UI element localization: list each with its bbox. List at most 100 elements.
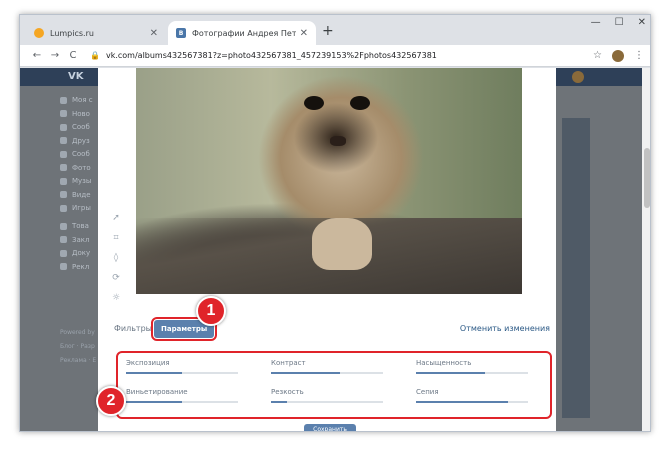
tab-title: Lumpics.ru <box>50 28 94 38</box>
param-slider[interactable]: Резкость <box>271 388 383 403</box>
left-menu-footer: Powered by Блог · Разр Реклама · Е <box>60 326 96 368</box>
sidebar-item-icon <box>60 96 67 104</box>
sidebar-item-label: Сооб <box>72 123 90 131</box>
param-slider[interactable]: Контраст <box>271 359 383 374</box>
reload-button[interactable]: C <box>64 50 82 61</box>
vk-favicon-icon: B <box>176 28 186 38</box>
sidebar-item-label: Фото <box>72 163 91 172</box>
sidebar-item-icon <box>60 150 67 158</box>
minimize-button[interactable]: — <box>591 17 601 28</box>
sidebar-item-label: Друз <box>72 136 90 145</box>
url-field[interactable]: vk.com/albums432567381?z=photo432567381_… <box>106 51 546 60</box>
sidebar-item-icon <box>60 222 67 230</box>
sidebar-item[interactable]: Виде <box>60 189 100 201</box>
scrollbar[interactable] <box>642 68 650 431</box>
sidebar-item-icon <box>60 137 67 144</box>
sidebar-item[interactable]: Сооб <box>60 148 100 160</box>
browser-window: Lumpics.ru ✕ B Фотографии Андрея Петрова… <box>19 14 651 432</box>
sidebar-item-icon <box>60 263 67 270</box>
sidebar-item-icon <box>60 164 67 171</box>
sidebar-item[interactable]: Игры <box>60 202 100 214</box>
sidebar-item[interactable]: Друз <box>60 135 100 147</box>
photo-preview <box>136 68 522 294</box>
sidebar-item-label: Доку <box>72 249 91 257</box>
sidebar-item-label: Рекл <box>72 262 90 271</box>
forward-button[interactable]: → <box>46 50 64 61</box>
sidebar-item[interactable]: Ново <box>60 108 100 120</box>
param-slider[interactable]: Сепия <box>416 388 528 403</box>
param-fill <box>126 372 182 374</box>
sidebar-item[interactable]: Музы <box>60 175 100 187</box>
sidebar-item[interactable]: Закл <box>60 234 100 246</box>
param-label: Виньетирование <box>126 388 188 396</box>
maximize-button[interactable]: ☐ <box>615 17 624 28</box>
footer-link[interactable]: Реклама · Е <box>60 354 96 368</box>
photo-eye-right <box>350 96 370 110</box>
footer-link[interactable]: Powered by <box>60 326 96 340</box>
tab-close-icon[interactable]: ✕ <box>300 28 308 39</box>
sidebar-item[interactable]: Моя с <box>60 94 100 106</box>
param-fill <box>416 401 508 403</box>
send-tool-icon[interactable]: ➚ <box>110 212 122 224</box>
param-label: Насыщенность <box>416 359 472 367</box>
param-fill <box>126 401 182 403</box>
sidebar-item[interactable]: Това <box>60 220 100 232</box>
left-menu: Моя с Ново Сооб Друз Сооб Фото Музы Виде Игры Тов… <box>60 94 100 274</box>
param-slider[interactable]: Насыщенность <box>416 359 528 374</box>
params-panel: Экспозиция Контраст Насыщенность Виньетиров… <box>116 351 552 419</box>
param-track[interactable] <box>416 401 528 403</box>
param-track[interactable] <box>126 401 238 403</box>
brightness-tool-icon[interactable]: ☼ <box>110 292 122 304</box>
photo-editor: ➚ ⌗ ◊ ⟳ ☼ Фильтры Параметры Отменить изм… <box>98 68 556 431</box>
tab-filters[interactable]: Фильтры <box>114 324 152 333</box>
back-button[interactable]: ← <box>28 50 46 61</box>
param-fill <box>271 372 341 374</box>
sidebar-item-icon <box>60 123 67 131</box>
tab-title: Фотографии Андрея Петрова – <box>192 28 296 38</box>
save-button[interactable]: Сохранить <box>304 424 356 431</box>
param-track[interactable] <box>271 401 383 403</box>
tab-vk-photos[interactable]: B Фотографии Андрея Петрова – ✕ <box>168 21 316 45</box>
sidebar-item[interactable]: Сооб <box>60 121 100 133</box>
tab-strip: Lumpics.ru ✕ B Фотографии Андрея Петрова… <box>20 15 650 45</box>
param-label: Резкость <box>271 388 304 396</box>
rotate-tool-icon[interactable]: ⟳ <box>110 272 122 284</box>
sidebar-item-label: Игры <box>72 204 91 212</box>
editor-tools: ➚ ⌗ ◊ ⟳ ☼ <box>110 212 126 304</box>
sidebar-item-icon <box>60 191 67 198</box>
footer-link[interactable]: Блог · Разр <box>60 340 96 354</box>
param-slider[interactable]: Экспозиция <box>126 359 238 374</box>
sidebar-item-icon <box>60 204 67 212</box>
tab-close-icon[interactable]: ✕ <box>150 28 158 39</box>
photo-eye-left <box>304 96 324 110</box>
close-window-button[interactable]: ✕ <box>638 17 646 28</box>
sidebar-item-icon <box>60 110 67 117</box>
vk-page: VK Моя с Ново Сооб Друз Сооб Фото Музы Виде Игры… <box>20 68 642 431</box>
param-track[interactable] <box>126 372 238 374</box>
tab-lumpics[interactable]: Lumpics.ru ✕ <box>26 21 166 45</box>
photo-paw <box>312 218 372 270</box>
sidebar-item[interactable]: Фото <box>60 162 100 174</box>
crop-tool-icon[interactable]: ⌗ <box>110 232 122 244</box>
bookmark-star-icon[interactable]: ☆ <box>593 50 602 61</box>
browser-menu-icon[interactable]: ⋮ <box>634 50 644 61</box>
avatar[interactable] <box>572 71 584 83</box>
scroll-thumb[interactable] <box>644 148 650 208</box>
param-track[interactable] <box>416 372 528 374</box>
sidebar-item[interactable]: Рекл <box>60 261 100 273</box>
vk-logo[interactable]: VK <box>68 71 84 82</box>
reset-changes-link[interactable]: Отменить изменения <box>460 324 550 333</box>
sidebar-item-label: Това <box>72 222 89 230</box>
drop-tool-icon[interactable]: ◊ <box>110 252 122 264</box>
annotation-badge-2: 2 <box>96 386 126 416</box>
photo-nose <box>330 136 346 146</box>
new-tab-button[interactable]: + <box>322 23 334 39</box>
sidebar-item-label: Виде <box>72 190 91 199</box>
profile-avatar[interactable] <box>612 49 624 62</box>
sidebar-item[interactable]: Доку <box>60 247 100 259</box>
annotation-badge-1: 1 <box>196 296 226 326</box>
param-track[interactable] <box>271 372 383 374</box>
sidebar-item-label: Закл <box>72 235 90 244</box>
param-slider[interactable]: Виньетирование <box>126 388 238 403</box>
photo-face <box>302 96 372 146</box>
